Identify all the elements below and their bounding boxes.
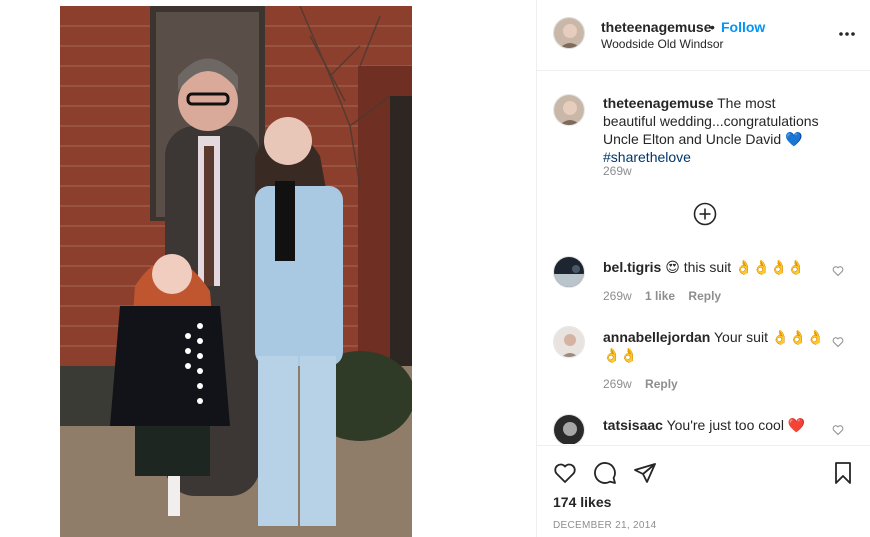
post-location[interactable]: Woodside Old Windsor [601, 37, 724, 51]
comment-text: tatsisaac You're just too cool ❤️ [603, 416, 831, 434]
comments-list[interactable]: theteenagemuse The most beautiful weddin… [537, 72, 870, 444]
post-photo[interactable] [60, 6, 412, 537]
caption-author-avatar[interactable] [553, 94, 585, 126]
heart-icon[interactable] [553, 461, 577, 485]
heart-icon[interactable] [832, 264, 844, 277]
comment-username[interactable]: bel.tigris [603, 259, 661, 275]
comment-meta: 269w 1 like Reply [603, 289, 731, 303]
comment-avatar[interactable] [553, 256, 585, 288]
comment-text: annabellejordan Your suit 👌👌👌 👌👌 [603, 328, 831, 364]
post-photo-illustration [60, 6, 412, 537]
more-horizontal-icon[interactable] [837, 24, 857, 44]
plus-circle-icon[interactable] [693, 202, 717, 226]
bookmark-icon[interactable] [831, 461, 855, 485]
heart-icon[interactable] [832, 335, 844, 348]
comment-avatar[interactable] [553, 414, 585, 444]
heart-icon[interactable] [832, 423, 844, 436]
comment-username[interactable]: annabellejordan [603, 329, 710, 345]
post-header: theteenagemuse • Follow Woodside Old Win… [537, 0, 870, 71]
comment-avatar[interactable] [553, 326, 585, 358]
caption-username[interactable]: theteenagemuse [603, 95, 713, 111]
comment-text: bel.tigris 😍 this suit 👌👌👌👌 [603, 258, 831, 276]
author-username[interactable]: theteenagemuse [601, 19, 711, 35]
reply-button[interactable]: Reply [645, 377, 678, 391]
paper-plane-icon[interactable] [633, 461, 657, 485]
comment-age: 269w [603, 289, 632, 303]
comment-body: You're just too cool ❤️ [666, 417, 806, 433]
caption-age: 269w [603, 164, 632, 178]
comment-icon[interactable] [593, 461, 617, 485]
hashtag-link[interactable]: #sharethelove [603, 149, 691, 165]
instagram-post-view: theteenagemuse • Follow Woodside Old Win… [0, 0, 870, 537]
comment-body: 😍 this suit 👌👌👌👌 [665, 259, 805, 275]
comment-meta: 269w Reply [603, 377, 688, 391]
author-avatar[interactable] [553, 17, 585, 49]
reply-button[interactable]: Reply [688, 289, 721, 303]
comment-like-count[interactable]: 1 like [645, 289, 675, 303]
likes-count[interactable]: 174 likes [553, 494, 611, 510]
comment-username[interactable]: tatsisaac [603, 417, 663, 433]
post-date[interactable]: DECEMBER 21, 2014 [553, 520, 656, 531]
post-actions: 174 likes DECEMBER 21, 2014 [537, 445, 870, 537]
post-side-panel: theteenagemuse • Follow Woodside Old Win… [536, 0, 870, 537]
comment-age: 269w [603, 377, 632, 391]
follow-button[interactable]: Follow [721, 19, 765, 35]
caption-meta: 269w [603, 164, 642, 178]
caption-text: theteenagemuse The most beautiful weddin… [603, 94, 831, 166]
separator-dot: • [710, 19, 715, 35]
